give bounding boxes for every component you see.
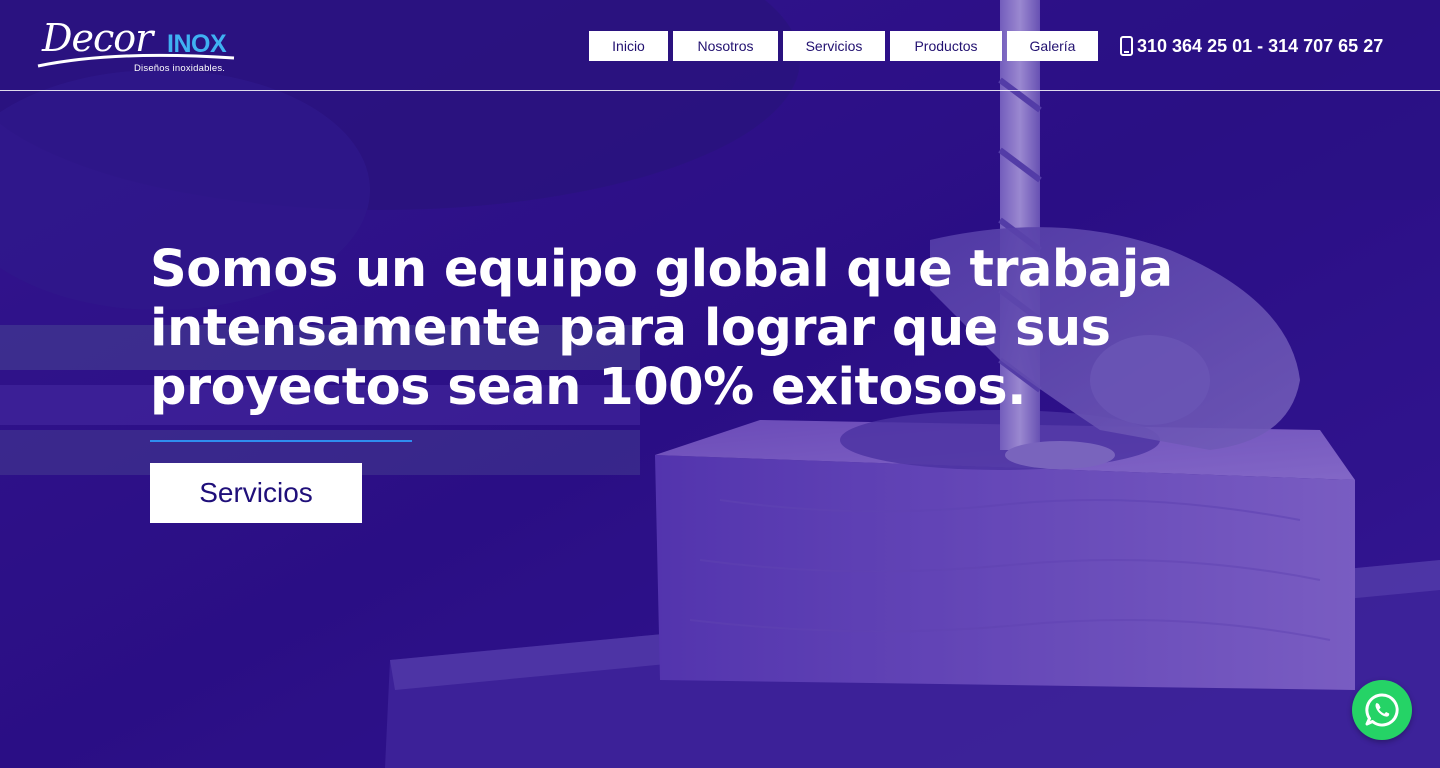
hero-headline-line-2: intensamente para lograr que sus (150, 299, 1111, 358)
headline-divider (150, 440, 412, 442)
servicios-button[interactable]: Servicios (150, 463, 362, 523)
hero-section: Decor INOX Diseños inoxidables. Inicio N… (0, 0, 1440, 768)
mobile-phone-icon (1120, 36, 1133, 56)
nav-item-nosotros[interactable]: Nosotros (673, 31, 778, 61)
site-logo[interactable]: Decor INOX Diseños inoxidables. (34, 14, 244, 78)
whatsapp-icon (1365, 693, 1399, 727)
hero-headline-line-1: Somos un equipo global que trabaja (150, 240, 1173, 299)
nav-item-servicios[interactable]: Servicios (783, 31, 885, 61)
logo-tagline: Diseños inoxidables. (134, 63, 226, 74)
phone-numbers: 310 364 25 01 - 314 707 65 27 (1137, 35, 1384, 56)
contact-phone[interactable]: 310 364 25 01 - 314 707 65 27 (1120, 34, 1383, 58)
nav-item-inicio[interactable]: Inicio (589, 31, 668, 61)
hero-headline-line-3: proyectos sean 100% exitosos. (150, 358, 1027, 417)
nav-item-productos[interactable]: Productos (890, 31, 1002, 61)
site-header: Decor INOX Diseños inoxidables. Inicio N… (0, 0, 1440, 91)
whatsapp-button[interactable] (1352, 680, 1412, 740)
nav-item-galeria[interactable]: Galería (1007, 31, 1098, 61)
hero-headline: Somos un equipo global que trabaja inten… (150, 240, 1210, 417)
